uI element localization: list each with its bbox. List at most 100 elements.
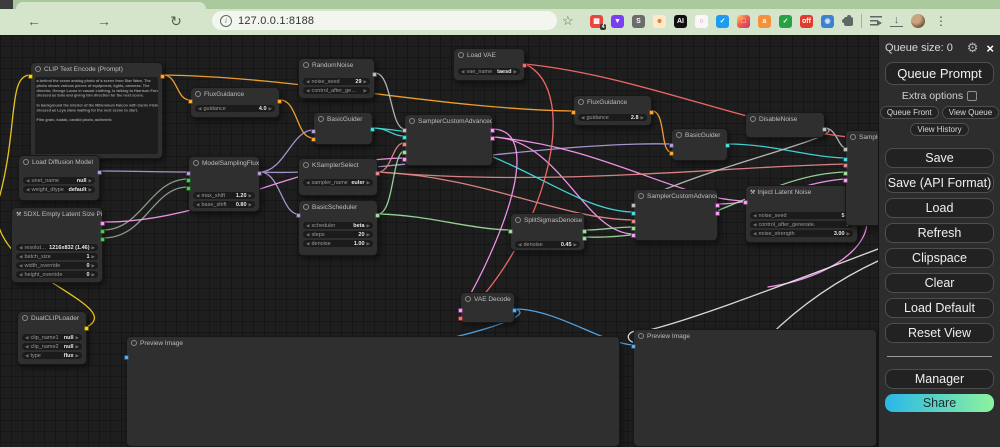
widget-increment-icon[interactable]: ▶: [249, 202, 252, 208]
wire[interactable]: [102, 186, 189, 239]
sampler-custom-advanced-2[interactable]: SamplerCustomAdvanced: [631, 189, 720, 241]
input-port[interactable]: [186, 171, 191, 176]
wire[interactable]: [584, 226, 634, 231]
widget-batch_size[interactable]: ◀ batch_size 1 ▶: [16, 253, 98, 260]
output-port[interactable]: [715, 211, 720, 216]
input-port[interactable]: [458, 316, 463, 321]
basic-scheduler[interactable]: BasicScheduler ◀ scheduler beta ▶ ◀ steps 20 ▶ ◀ d…: [296, 200, 380, 256]
output-port[interactable]: [100, 229, 105, 234]
input-port[interactable]: [631, 226, 636, 231]
node-collapse-dot-icon[interactable]: [193, 160, 199, 166]
output-port[interactable]: [160, 74, 165, 79]
input-port[interactable]: [631, 344, 636, 349]
extensions-puzzle-icon[interactable]: [842, 14, 853, 26]
widget-decrement-icon[interactable]: ◀: [19, 254, 22, 260]
wire[interactable]: [377, 171, 634, 221]
random-noise[interactable]: RandomNoise ◀ noise_seed 29 ▶ ◀ control_after_…: [298, 58, 377, 99]
profile-avatar[interactable]: [911, 14, 925, 28]
widget-decrement-icon[interactable]: ◀: [19, 272, 22, 278]
sampler-custom-advanced-1[interactable]: SamplerCustomAdvanced: [402, 114, 495, 166]
node-titlebar[interactable]: FluxGuidance: [191, 88, 279, 100]
flux-guidance-2[interactable]: FluxGuidance ◀ guidance 2.8 ▶: [571, 95, 654, 126]
widget-decrement-icon[interactable]: ◀: [306, 241, 309, 247]
node-collapse-dot-icon[interactable]: [35, 66, 41, 72]
wire[interactable]: [377, 163, 846, 179]
node-titlebar[interactable]: Load VAE: [454, 49, 524, 61]
widget-resolution[interactable]: ◀ resolution 1216x832 (1.46) ▶: [16, 244, 98, 251]
output-port[interactable]: [372, 72, 377, 77]
wire[interactable]: [640, 248, 878, 333]
load-diffusion-model[interactable]: Load Diffusion Model ◀ unet_name null ▶ ◀ weig…: [18, 155, 102, 201]
view-history-button[interactable]: View History: [910, 123, 969, 136]
ext-blue-check-icon[interactable]: ✓: [716, 14, 729, 28]
wire[interactable]: [377, 213, 511, 231]
node-titlebar[interactable]: Preview Image: [127, 337, 619, 349]
widget-noise_seed[interactable]: ◀noise_seed5▶: [750, 212, 853, 219]
output-port[interactable]: [512, 308, 517, 313]
view-queue-button[interactable]: View Queue: [941, 106, 1000, 119]
input-port[interactable]: [631, 211, 636, 216]
node-titlebar[interactable]: RandomNoise: [299, 59, 374, 71]
reset-view-button[interactable]: Reset View: [885, 323, 994, 343]
node-collapse-dot-icon[interactable]: [318, 116, 324, 122]
node-titlebar[interactable]: BasicGuider: [314, 113, 372, 125]
widget-increment-icon[interactable]: ▶: [269, 106, 272, 112]
widget-type[interactable]: ◀ type flux ▶: [22, 352, 82, 359]
forward-icon[interactable]: →: [94, 9, 114, 33]
widget-increment-icon[interactable]: ▶: [76, 335, 79, 341]
widget-noise_seed[interactable]: ◀ noise_seed 29 ▶: [303, 78, 370, 85]
back-icon[interactable]: ←: [24, 9, 44, 33]
basic-guider-2[interactable]: BasicGuider: [669, 128, 730, 161]
settings-gear-icon[interactable]: ⚙: [967, 40, 979, 56]
widget-increment-icon[interactable]: ▶: [89, 187, 92, 193]
wire[interactable]: [462, 63, 554, 318]
widget-decrement-icon[interactable]: ◀: [753, 231, 756, 237]
widget-increment-icon[interactable]: ▶: [89, 178, 92, 184]
queue-front-button[interactable]: Queue Front: [879, 106, 939, 119]
widget-denoise[interactable]: ◀ denoise 1.00 ▶: [303, 240, 373, 247]
input-port[interactable]: [311, 137, 316, 142]
output-port[interactable]: [257, 171, 262, 176]
output-port[interactable]: [97, 170, 102, 175]
widget-decrement-icon[interactable]: ◀: [306, 79, 309, 85]
node-titlebar[interactable]: BasicGuider: [672, 129, 727, 141]
output-port[interactable]: [84, 326, 89, 331]
refresh-button[interactable]: Refresh: [885, 223, 994, 243]
widget-decrement-icon[interactable]: ◀: [196, 202, 199, 208]
output-port[interactable]: [582, 229, 587, 234]
ext-blue-app-icon[interactable]: ◉: [821, 14, 834, 28]
widget-increment-icon[interactable]: ▶: [641, 115, 644, 121]
ext-s-icon[interactable]: S: [632, 14, 645, 28]
load-vae[interactable]: Load VAE ◀ vae_name taesd ▶: [453, 48, 527, 81]
output-port[interactable]: [100, 221, 105, 226]
widget-width_override[interactable]: ◀ width_override 0 ▶: [16, 262, 98, 269]
node-titlebar[interactable]: DisableNoise: [746, 113, 824, 125]
widget-clip_name1[interactable]: ◀ clip_name1 null ▶: [22, 334, 82, 341]
node-titlebar[interactable]: ModelSamplingFlux: [189, 157, 259, 169]
sdxl-empty-latent-size-picker[interactable]: ⚒SDXL Empty Latent Size Picker ◀resolutio…: [11, 207, 105, 283]
input-port[interactable]: [402, 128, 407, 133]
node-collapse-dot-icon[interactable]: [458, 52, 464, 58]
widget-decrement-icon[interactable]: ◀: [196, 193, 199, 199]
output-port[interactable]: [277, 99, 282, 104]
output-port[interactable]: [490, 136, 495, 141]
input-port[interactable]: [458, 308, 463, 313]
media-controls-icon[interactable]: [870, 16, 882, 26]
widget-vae_name[interactable]: ◀ vae_name taesd ▶: [458, 68, 520, 75]
ext-orange-a-icon[interactable]: a: [758, 14, 771, 28]
dual-clip-loader[interactable]: DualCLIPLoader ◀ clip_name1 null ▶ ◀ clip_name…: [17, 311, 89, 365]
node-collapse-dot-icon[interactable]: [850, 134, 856, 140]
input-port[interactable]: [28, 74, 33, 79]
clip-text-encode[interactable]: CLIP Text Encode (Prompt) a behind the sc…: [28, 62, 165, 159]
wrench-icon[interactable]: ⚒: [16, 211, 21, 218]
node-collapse-dot-icon[interactable]: [638, 193, 644, 199]
input-port[interactable]: [743, 200, 748, 205]
input-port[interactable]: [571, 110, 576, 115]
input-port[interactable]: [186, 186, 191, 191]
node-collapse-dot-icon[interactable]: [131, 340, 137, 346]
model-sampling-flux[interactable]: ModelSamplingFlux ◀ max_shift 1.20 ▶ ◀ base_sh…: [186, 156, 262, 212]
input-port[interactable]: [402, 150, 407, 155]
node-titlebar[interactable]: ⚒SDXL Empty Latent Size Picker: [12, 208, 102, 220]
active-tab[interactable]: [16, 2, 206, 9]
load-button[interactable]: Load: [885, 198, 994, 218]
